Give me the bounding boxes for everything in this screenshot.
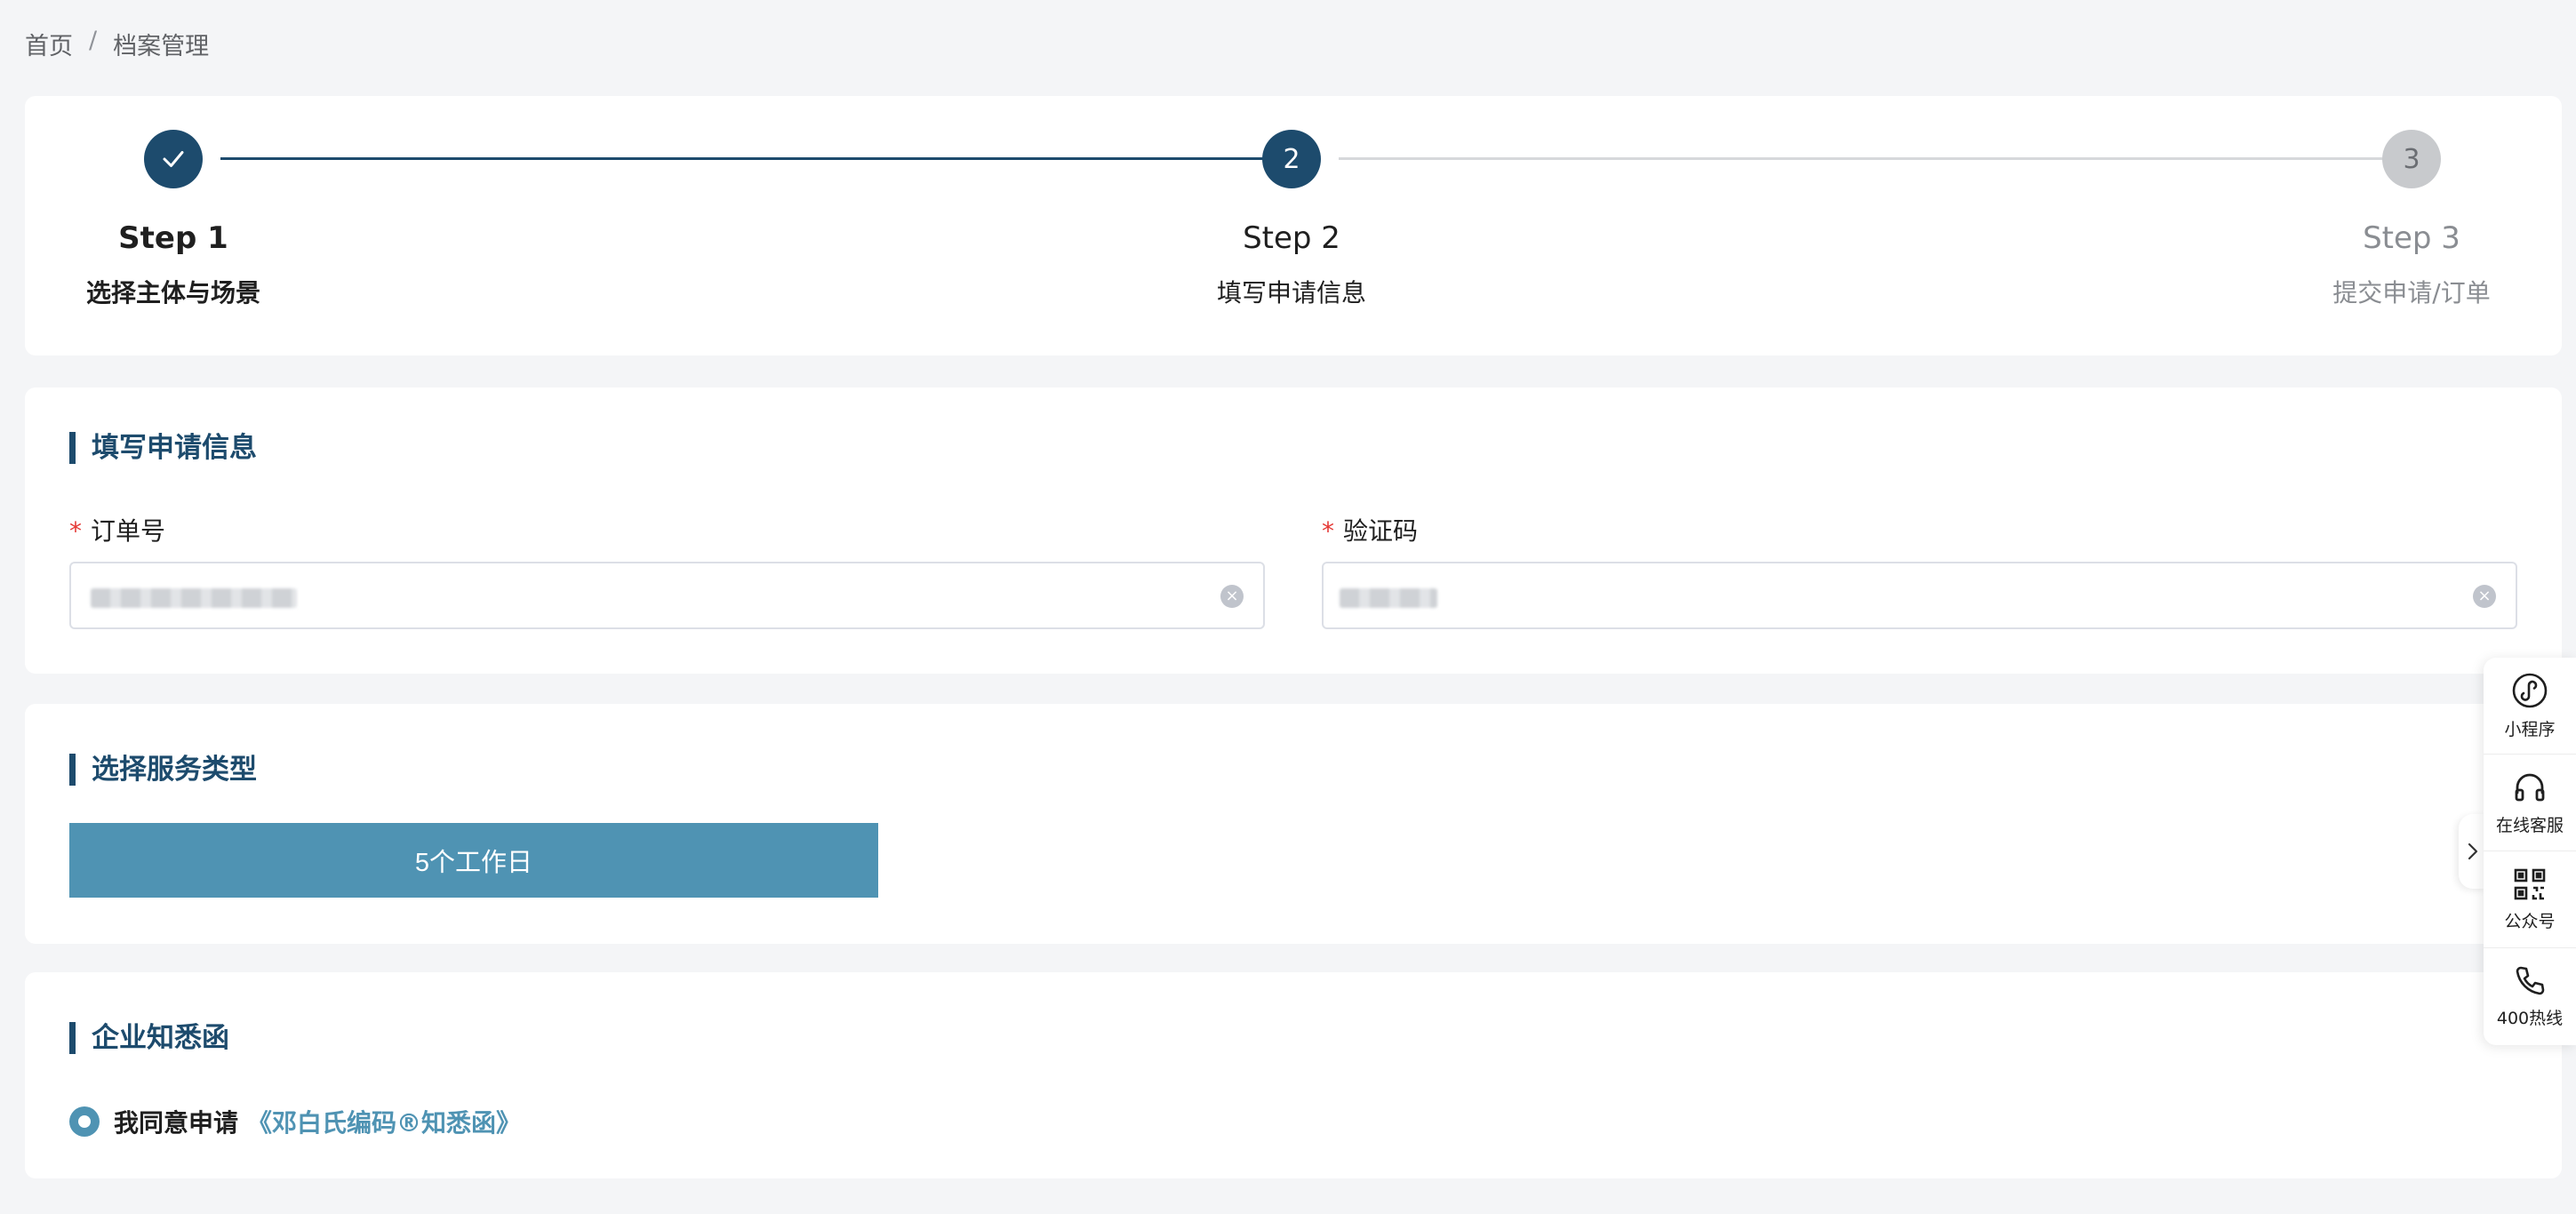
agree-text: 我同意申请 <box>114 1108 239 1138</box>
verification-code-label-text: 验证码 <box>1343 516 1419 546</box>
chevron-right-icon <box>2468 843 2478 860</box>
order-number-field[interactable]: × <box>69 562 1265 629</box>
headset-icon <box>2515 773 2545 801</box>
verification-code-field[interactable]: × <box>1322 562 2517 629</box>
breadcrumb: 首页 / 档案管理 <box>25 27 209 61</box>
qrcode-icon <box>2514 868 2546 899</box>
step-2-desc: 填写申请信息 <box>1216 278 1366 307</box>
step-3-circle: 3 <box>2382 130 2441 188</box>
step-1-check-icon <box>144 130 203 188</box>
phone-icon <box>2516 966 2545 995</box>
steps-card: 2 3 Step 1 选择主体与场景 Step 2 填写申请信息 Step 3 … <box>25 96 2562 355</box>
step-1-desc: 选择主体与场景 <box>85 278 260 307</box>
application-info-card: 填写申请信息 * 订单号 × * 验证码 × <box>25 387 2562 674</box>
side-toolbar: 小程序 在线客服 公众号 400热线 <box>2484 658 2576 1045</box>
side-item-online-service[interactable]: 在线客服 <box>2484 755 2576 851</box>
breadcrumb-home[interactable]: 首页 <box>25 27 73 61</box>
clear-icon[interactable]: × <box>1220 585 1244 608</box>
order-number-value-masked <box>91 588 297 608</box>
breadcrumb-separator: / <box>89 27 98 54</box>
breadcrumb-current: 档案管理 <box>113 33 210 60</box>
side-item-label: 400热线 <box>2496 1009 2564 1028</box>
side-item-hotline[interactable]: 400热线 <box>2484 948 2576 1045</box>
verification-code-label: * 验证码 <box>1322 512 1418 547</box>
step-3-desc: 提交申请/订单 <box>2332 278 2491 307</box>
verification-code-value-masked <box>1340 588 1437 608</box>
order-number-label-text: 订单号 <box>91 516 166 546</box>
agree-radio[interactable] <box>69 1106 100 1137</box>
required-mark: * <box>1322 516 1334 546</box>
service-option-5-days-button[interactable]: 5个工作日 <box>69 823 878 898</box>
side-item-label: 在线客服 <box>2495 815 2564 835</box>
step-1-title: Step 1 <box>118 220 228 256</box>
service-type-card: 选择服务类型 5个工作日 <box>25 704 2562 944</box>
step-connector-2 <box>1339 157 2389 160</box>
step-2-circle: 2 <box>1262 130 1321 188</box>
side-item-label: 小程序 <box>2504 719 2556 739</box>
section-title-notice-letter: 企业知悉函 <box>69 1022 229 1054</box>
required-mark: * <box>69 516 82 546</box>
step-connector-1 <box>220 157 1275 160</box>
order-number-label: * 订单号 <box>69 512 165 547</box>
notice-letter-link[interactable]: 《邓白氏编码®知悉函》 <box>247 1104 521 1139</box>
agree-row: 我同意申请 《邓白氏编码®知悉函》 <box>69 1104 521 1139</box>
mini-program-icon <box>2512 673 2548 707</box>
step-3-title: Step 3 <box>2363 220 2460 256</box>
side-item-label: 公众号 <box>2504 911 2556 931</box>
clear-icon[interactable]: × <box>2473 585 2496 608</box>
side-item-mini-program[interactable]: 小程序 <box>2484 658 2576 755</box>
notice-letter-card: 企业知悉函 我同意申请 《邓白氏编码®知悉函》 <box>25 972 2562 1178</box>
section-title-application-info: 填写申请信息 <box>69 432 257 464</box>
side-item-official-account[interactable]: 公众号 <box>2484 851 2576 948</box>
section-title-service-type: 选择服务类型 <box>69 754 257 786</box>
step-2-title: Step 2 <box>1243 220 1340 256</box>
